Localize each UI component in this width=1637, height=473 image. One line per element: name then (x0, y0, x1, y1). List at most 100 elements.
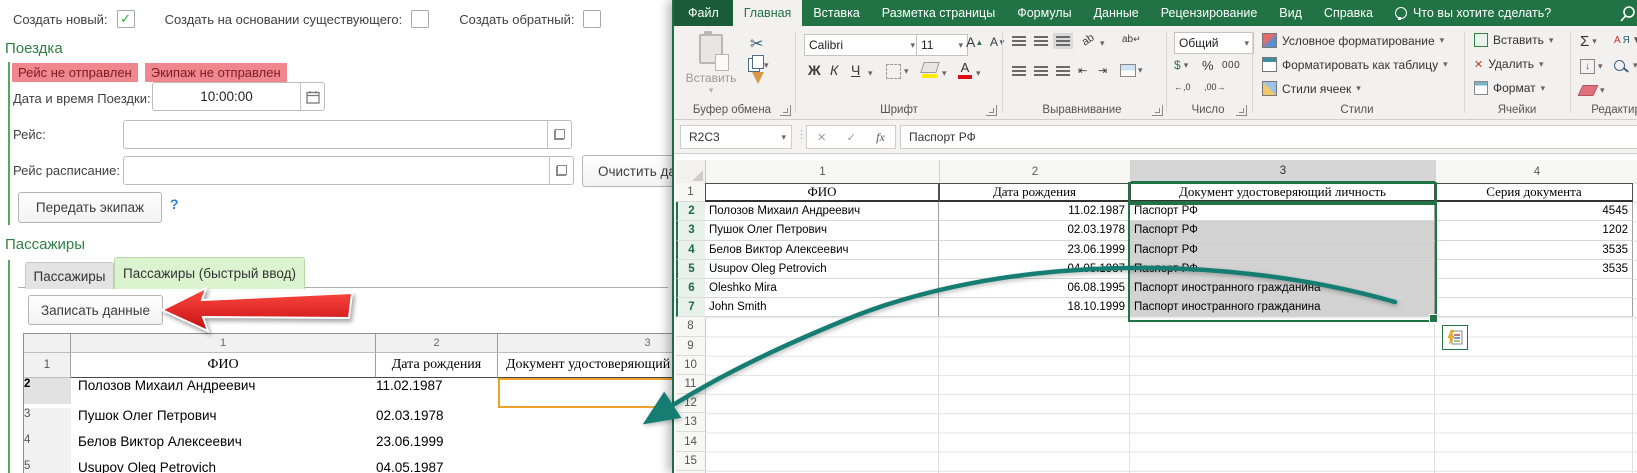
grow-font-button[interactable]: A▲ (966, 34, 983, 50)
font-color-button[interactable]: А (958, 60, 972, 79)
calendar-button[interactable] (300, 83, 324, 110)
sheet-cell[interactable]: Usupov Oleg Petrovich (705, 260, 939, 279)
tab-file[interactable]: Файл (674, 0, 733, 26)
sheet-cell[interactable]: John Smith (705, 298, 939, 317)
format-as-table-button[interactable]: Форматировать как таблицу▾ (1262, 57, 1448, 72)
tab-view[interactable]: Вид (1268, 0, 1313, 26)
column-header-3-selected[interactable]: 3 (1131, 160, 1436, 183)
font-color-dropdown[interactable]: ▾ (976, 68, 981, 79)
sheet-cell[interactable]: Паспорт РФ (1130, 241, 1435, 260)
tab-insert[interactable]: Вставка (802, 0, 870, 26)
row-header[interactable]: 14 (676, 432, 705, 451)
schedule-field[interactable] (123, 156, 574, 185)
sheet-header-serial[interactable]: Серия документа (1435, 183, 1633, 202)
sheet-cell[interactable] (1435, 298, 1633, 317)
sheet-cell[interactable]: Паспорт РФ (1130, 202, 1435, 221)
sheet-header-doc[interactable]: Документ удостоверяющий личность (1130, 183, 1435, 202)
schedule-choose-button[interactable] (549, 157, 573, 184)
align-bottom-button[interactable] (1056, 36, 1070, 46)
paste-button[interactable]: Вставить ▾ (684, 32, 738, 96)
row-header[interactable]: 9 (676, 337, 705, 356)
underline-button[interactable]: Ч (851, 62, 860, 78)
decrease-decimal-button[interactable]: ,00→ (1204, 82, 1226, 92)
font-size-combo[interactable]: 11▾ (916, 34, 968, 56)
transfer-crew-button[interactable]: Передать экипаж (18, 192, 162, 223)
select-all-corner[interactable] (676, 160, 706, 183)
number-format-combo[interactable]: Общий▾ (1174, 32, 1254, 54)
copy-button[interactable]: ▾ (748, 58, 769, 72)
name-box[interactable]: R2C3 ▾ (680, 125, 792, 149)
sheet-cell[interactable]: Паспорт РФ (1130, 260, 1435, 279)
sheet-cell[interactable]: Пушок Олег Петрович (705, 221, 939, 240)
sheet-cell[interactable]: 06.08.1995 (939, 279, 1130, 298)
trip-datetime-value[interactable]: 10:00:00 (153, 83, 300, 110)
underline-dropdown[interactable]: ▾ (868, 68, 873, 79)
autosum-button[interactable]: Σ▾ (1580, 33, 1597, 50)
formula-input[interactable]: Паспорт РФ (900, 125, 1637, 149)
sheet-cell[interactable]: Белов Виктор Алексеевич (705, 241, 939, 260)
sheet-cell[interactable]: 23.06.1999 (939, 241, 1130, 260)
font-name-combo[interactable]: Calibri▾ (804, 34, 920, 56)
sheet-cell[interactable]: Паспорт иностранного гражданина (1130, 298, 1435, 317)
sheet-cell[interactable]: 11.02.1987 (939, 202, 1130, 221)
comma-style-button[interactable]: 000 (1222, 60, 1240, 71)
sheet-header-fio[interactable]: ФИО (705, 183, 939, 202)
shrink-font-button[interactable]: A▼ (990, 35, 1006, 49)
cut-button[interactable]: ✂ (750, 34, 763, 54)
sheet-header-dob[interactable]: Дата рождения (939, 183, 1130, 202)
enter-button[interactable]: ✓ (847, 131, 856, 144)
sheet-cell[interactable]: 3535 (1435, 241, 1633, 260)
tab-home[interactable]: Главная (733, 0, 803, 26)
orientation-button[interactable]: ab (1080, 32, 1097, 49)
fill-button[interactable]: ↓ ▾ (1580, 59, 1603, 74)
tab-page-layout[interactable]: Разметка страницы (871, 0, 1006, 26)
bold-button[interactable]: Ж (808, 62, 821, 78)
col-number[interactable]: 1 (71, 334, 376, 353)
row-header[interactable]: 4 (676, 241, 705, 260)
column-header-4[interactable]: 4 (1436, 160, 1637, 183)
find-select-button[interactable]: ▾ (1614, 60, 1637, 71)
delete-cells-button[interactable]: ✕ Удалить▾ (1474, 57, 1544, 71)
insert-cells-button[interactable]: Вставить▾ (1474, 33, 1553, 47)
conditional-formatting-button[interactable]: Условное форматирование▾ (1262, 33, 1444, 48)
row-header[interactable]: 8 (676, 317, 705, 336)
tab-passengers-quick-entry[interactable]: Пассажиры (быстрый ввод) (114, 257, 305, 289)
sheet-cell[interactable]: Полозов Михаил Андреевич (705, 202, 939, 221)
sheet-cell[interactable] (1435, 279, 1633, 298)
cells-area[interactable]: ФИО Дата рождения Документ удостоверяющи… (705, 183, 1637, 473)
tab-formulas[interactable]: Формулы (1006, 0, 1082, 26)
wrap-text-button[interactable]: ab↵ (1122, 34, 1141, 45)
percent-style-button[interactable]: % (1202, 58, 1214, 73)
sheet-cell[interactable]: 18.10.1999 (939, 298, 1130, 317)
flight-choose-button[interactable] (547, 121, 571, 148)
column-header-1[interactable]: 1 (706, 160, 940, 183)
cell-styles-button[interactable]: Стили ячеек▾ (1262, 81, 1361, 96)
fill-color-button[interactable] (922, 62, 938, 78)
align-right-button[interactable] (1056, 66, 1070, 76)
name-box-dropdown[interactable]: ▾ (781, 132, 791, 143)
decrease-indent-button[interactable]: ⇤ (1078, 64, 1087, 77)
sheet-cell[interactable]: Oleshko Mira (705, 279, 939, 298)
row-header[interactable]: 1 (676, 183, 705, 202)
row-header[interactable]: 10 (676, 356, 705, 375)
create-reverse-checkbox[interactable]: ✓ (583, 10, 601, 28)
insert-function-button[interactable]: fx (876, 130, 885, 145)
sheet-cell[interactable]: 02.03.1978 (939, 221, 1130, 240)
row-header[interactable]: 5 (676, 260, 705, 279)
row-header[interactable]: 12 (676, 394, 705, 413)
schedule-value[interactable] (124, 157, 549, 184)
sheet-cell[interactable]: 04.05.1987 (939, 260, 1130, 279)
cancel-button[interactable]: ✕ (817, 131, 826, 144)
row-header[interactable]: 6 (676, 279, 705, 298)
merge-center-button[interactable]: ▾ (1120, 64, 1143, 77)
row-header[interactable]: 13 (676, 413, 705, 432)
write-data-button[interactable]: Записать данные (28, 295, 163, 325)
align-top-button[interactable] (1012, 36, 1026, 46)
format-cells-button[interactable]: Формат▾ (1474, 81, 1545, 95)
column-header-2[interactable]: 2 (940, 160, 1131, 183)
col-number[interactable]: 2 (376, 334, 498, 353)
italic-button[interactable]: К (830, 62, 838, 78)
row-number[interactable]: 1 (24, 353, 71, 378)
tab-review[interactable]: Рецензирование (1150, 0, 1269, 26)
row-header[interactable]: 7 (676, 298, 705, 317)
